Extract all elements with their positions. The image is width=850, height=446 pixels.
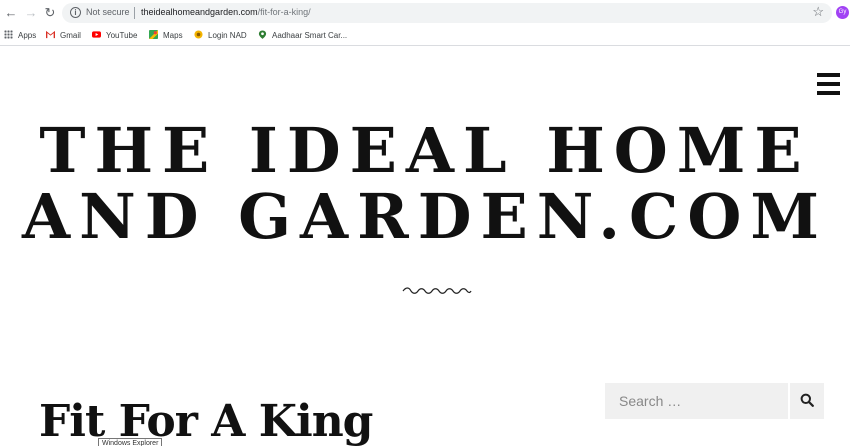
search-button[interactable] xyxy=(790,383,824,419)
address-bar[interactable]: i Not secure theidealhomeandgarden.com/f… xyxy=(62,3,832,23)
profile-avatar[interactable]: Gy xyxy=(836,6,849,19)
bookmarks-bar: Apps Gmail YouTube Maps Login NAD Aadhaa… xyxy=(0,26,850,46)
url-host: theidealhomeandgarden.com xyxy=(141,7,258,17)
bookmark-apps[interactable]: Apps xyxy=(4,29,36,43)
url-text[interactable]: theidealhomeandgarden.com/fit-for-a-king… xyxy=(141,7,311,17)
browser-toolbar: ← → ↻ i Not secure theidealhomeandgarden… xyxy=(0,0,850,26)
youtube-icon xyxy=(92,31,101,38)
bookmark-maps[interactable]: Maps xyxy=(149,29,183,43)
search-input[interactable] xyxy=(605,383,787,419)
bookmark-aadhaar[interactable]: Aadhaar Smart Car... xyxy=(258,29,347,43)
bookmark-label: YouTube xyxy=(106,31,138,40)
site-title-line-1: THE IDEAL HOME xyxy=(39,114,811,187)
address-divider xyxy=(134,7,135,19)
bookmark-label: Login NAD xyxy=(208,31,247,40)
reload-icon[interactable]: ↻ xyxy=(41,4,59,22)
maps-icon xyxy=(149,30,158,39)
bookmark-gmail[interactable]: Gmail xyxy=(46,29,81,43)
bookmark-login-nad[interactable]: Login NAD xyxy=(194,29,247,43)
bookmark-label: Maps xyxy=(163,31,183,40)
hamburger-menu-icon[interactable] xyxy=(817,72,840,96)
post-title[interactable]: Fit For A King xyxy=(39,394,373,446)
flourish-divider-icon xyxy=(402,287,472,294)
login-nad-icon xyxy=(194,30,203,39)
back-arrow-icon[interactable]: ← xyxy=(2,4,20,22)
tooltip: Windows Explorer xyxy=(98,438,163,446)
search-form xyxy=(605,383,824,419)
bookmark-label: Aadhaar Smart Car... xyxy=(272,31,348,40)
bookmark-youtube[interactable]: YouTube xyxy=(92,29,137,43)
site-title[interactable]: THE IDEAL HOME AND GARDEN.COM xyxy=(0,118,850,250)
aadhaar-icon xyxy=(258,30,267,39)
apps-grid-icon xyxy=(4,30,13,39)
site-title-line-2: AND GARDEN.COM xyxy=(21,180,828,253)
bookmark-label: Gmail xyxy=(60,31,81,40)
bookmark-label: Apps xyxy=(18,31,37,40)
search-icon xyxy=(800,393,814,407)
gmail-icon xyxy=(46,30,55,39)
url-path: /fit-for-a-king/ xyxy=(257,7,311,17)
bookmark-star-icon[interactable]: ☆ xyxy=(812,4,824,20)
security-label[interactable]: Not secure xyxy=(86,7,130,17)
info-icon[interactable]: i xyxy=(70,7,81,18)
forward-arrow-icon[interactable]: → xyxy=(22,4,40,22)
